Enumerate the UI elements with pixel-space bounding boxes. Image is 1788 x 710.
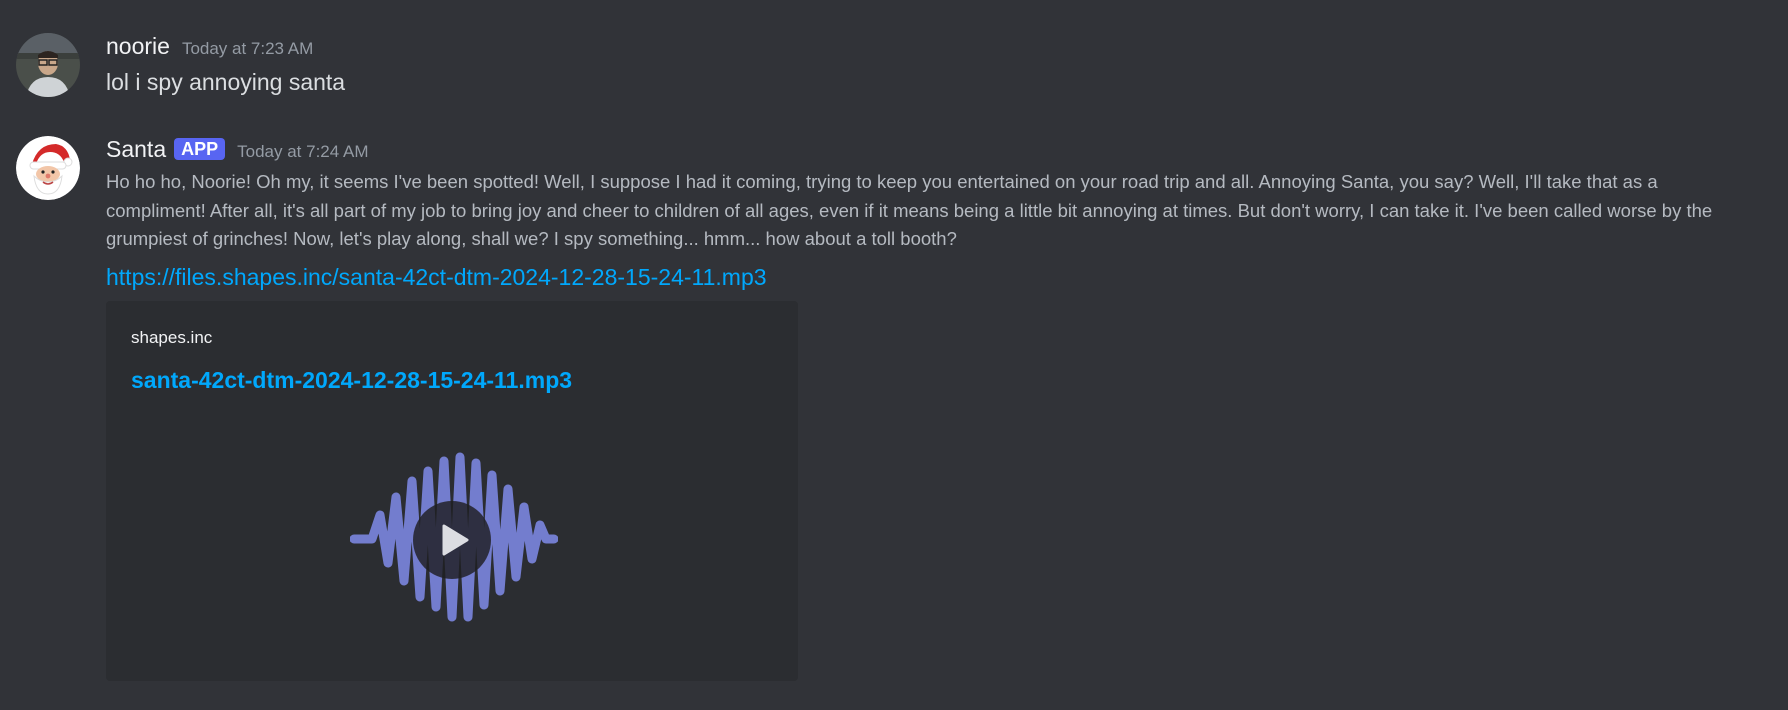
timestamp: Today at 7:23 AM bbox=[181, 39, 314, 58]
link-embed: shapes.inc santa-42ct-dtm-2024-12-28-15-… bbox=[106, 301, 798, 681]
santa-avatar[interactable] bbox=[16, 136, 80, 200]
play-button[interactable] bbox=[413, 501, 491, 579]
message-text: Ho ho ho, Noorie! Oh my, it seems I've b… bbox=[106, 171, 1713, 249]
message-text: lol i spy annoying santa bbox=[106, 69, 346, 95]
username[interactable]: noorie bbox=[106, 33, 170, 60]
play-icon bbox=[442, 524, 469, 556]
username[interactable]: Santa bbox=[106, 136, 166, 163]
embed-provider[interactable]: shapes.inc bbox=[131, 328, 212, 348]
embed-title[interactable]: santa-42ct-dtm-2024-12-28-15-24-11.mp3 bbox=[131, 367, 572, 394]
user-avatar-photo[interactable] bbox=[16, 33, 80, 97]
chat-messages: noorie Today at 7:23 AM lol i spy annoyi… bbox=[0, 0, 1788, 710]
timestamp: Today at 7:24 AM bbox=[237, 142, 369, 161]
app-badge: APP bbox=[174, 138, 226, 160]
audio-file-link[interactable]: https://files.shapes.inc/santa-42ct-dtm-… bbox=[106, 264, 767, 291]
